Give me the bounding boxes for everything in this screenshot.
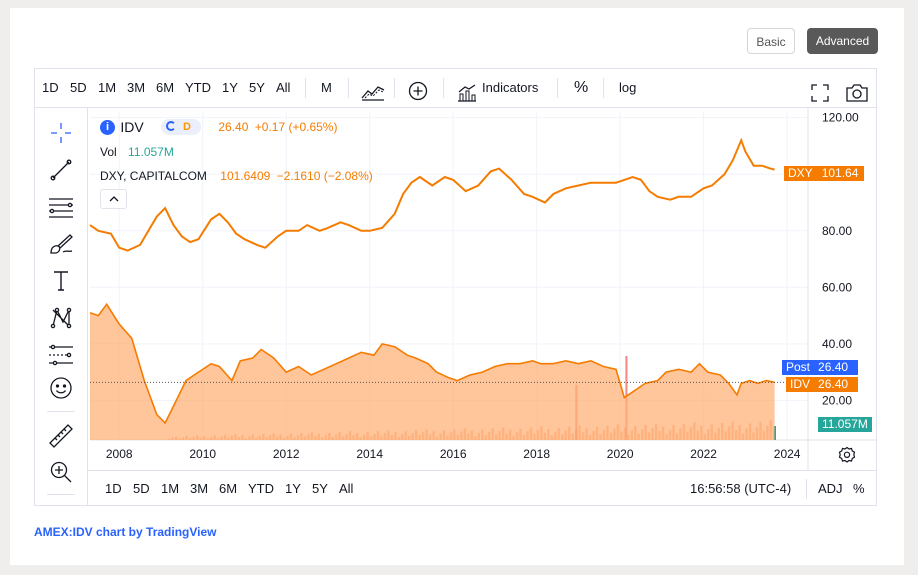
idv-tag-value: 26.40 (818, 377, 849, 391)
bottom-range-5y[interactable]: 5Y (312, 471, 328, 506)
toolbar-divider (806, 479, 807, 499)
range-1y[interactable]: 1Y (222, 69, 238, 107)
bottom-range-3m[interactable]: 3M (190, 471, 208, 506)
emoji-icon[interactable] (47, 374, 75, 402)
top-toolbar: 1D 5D 1M 3M 6M YTD 1Y 5Y All M Indicator… (35, 69, 876, 108)
crosshair-icon[interactable] (47, 119, 75, 147)
legend-volume-row: Vol 11.057M (100, 145, 174, 159)
range-5y[interactable]: 5Y (249, 69, 265, 107)
range-1d[interactable]: 1D (42, 69, 59, 107)
indicators-icon[interactable] (457, 79, 477, 102)
percent-toggle[interactable]: % (574, 69, 588, 107)
drawing-toolbar (35, 108, 88, 505)
add-icon[interactable] (408, 78, 428, 101)
legend-compare-symbol[interactable]: DXY, CAPITALCOM (100, 169, 207, 183)
advanced-button[interactable]: Advanced (807, 28, 878, 54)
toolbar-divider (305, 78, 306, 98)
forecast-icon[interactable] (47, 341, 75, 369)
settings-icon[interactable] (838, 446, 856, 464)
legend-last: 26.40 (218, 120, 249, 134)
fullscreen-icon[interactable] (811, 79, 829, 102)
indicators-button[interactable]: Indicators (482, 69, 538, 107)
legend-symbol[interactable]: IDV (120, 119, 143, 135)
dxy-tag-value: 101.64 (821, 166, 859, 180)
bottom-range-1m[interactable]: 1M (161, 471, 179, 506)
toolbar-divider (47, 411, 75, 412)
idv-tag-label: IDV (790, 377, 811, 391)
toolbar-divider (348, 78, 349, 98)
range-ytd[interactable]: YTD (185, 69, 211, 107)
bottom-toolbar: 1D 5D 1M 3M 6M YTD 1Y 5Y All 16:56:58 (U… (88, 470, 876, 506)
chevron-up-icon (109, 196, 118, 202)
info-icon[interactable]: i (100, 119, 115, 135)
toolbar-divider (394, 78, 395, 98)
bottom-range-5d[interactable]: 5D (133, 471, 150, 506)
legend-compare-last: 101.6409 (220, 169, 271, 183)
toolbar-divider (47, 494, 75, 495)
toolbar-divider (557, 78, 558, 98)
ruler-icon[interactable] (47, 422, 75, 450)
bottom-percent-toggle[interactable]: % (853, 471, 865, 506)
bottom-range-6m[interactable]: 6M (219, 471, 237, 506)
tradingview-attribution-link[interactable]: AMEX:IDV chart by TradingView (34, 525, 216, 539)
range-5d[interactable]: 5D (70, 69, 87, 107)
clock-timezone[interactable]: 16:56:58 (UTC-4) (690, 471, 791, 506)
moon-icon (166, 121, 177, 131)
text-icon[interactable] (47, 267, 75, 295)
bottom-range-1y[interactable]: 1Y (285, 471, 301, 506)
bottom-range-all[interactable]: All (339, 471, 353, 506)
volume-price-tag: 11.057M (818, 417, 872, 432)
session-badge[interactable]: D (161, 119, 202, 135)
idv-price-tag: IDV 26.40 (786, 377, 858, 392)
interval-button[interactable]: M (321, 69, 332, 107)
dxy-price-tag: DXY 101.64 (784, 166, 864, 181)
log-toggle[interactable]: log (619, 69, 636, 107)
trend-line-icon[interactable] (47, 156, 75, 184)
adj-toggle[interactable]: ADJ (818, 471, 843, 506)
dxy-tag-label: DXY (788, 166, 813, 180)
post-price-tag: Post 26.40 (782, 360, 858, 375)
post-tag-value: 26.40 (818, 360, 849, 374)
range-1m[interactable]: 1M (98, 69, 116, 107)
toolbar-divider (603, 78, 604, 98)
bottom-range-1d[interactable]: 1D (105, 471, 122, 506)
post-tag-label: Post (786, 360, 811, 374)
collapse-legend-button[interactable] (100, 189, 127, 209)
legend-vol-label: Vol (100, 145, 117, 159)
range-6m[interactable]: 6M (156, 69, 174, 107)
legend-change: +0.17 (+0.65%) (254, 120, 338, 134)
zoom-in-icon[interactable] (47, 458, 75, 486)
bottom-range-ytd[interactable]: YTD (248, 471, 274, 506)
range-all[interactable]: All (276, 69, 290, 107)
session-badge-label: D (183, 121, 191, 133)
camera-icon[interactable] (846, 79, 868, 102)
legend-vol-value: 11.057M (128, 145, 174, 159)
pattern-icon[interactable] (47, 304, 75, 332)
legend-compare-change: −2.1610 (−2.08%) (276, 169, 373, 183)
legend-compare-row: DXY, CAPITALCOM 101.6409 −2.1610 (−2.08%… (100, 169, 373, 183)
fib-icon[interactable] (47, 193, 75, 221)
chart-type-icon[interactable] (361, 78, 385, 101)
legend-symbol-row: i IDV D 26.40 +0.17 (+0.65%) (100, 119, 337, 135)
basic-button[interactable]: Basic (747, 28, 795, 54)
toolbar-divider (443, 78, 444, 98)
brush-icon[interactable] (47, 230, 75, 258)
range-3m[interactable]: 3M (127, 69, 145, 107)
